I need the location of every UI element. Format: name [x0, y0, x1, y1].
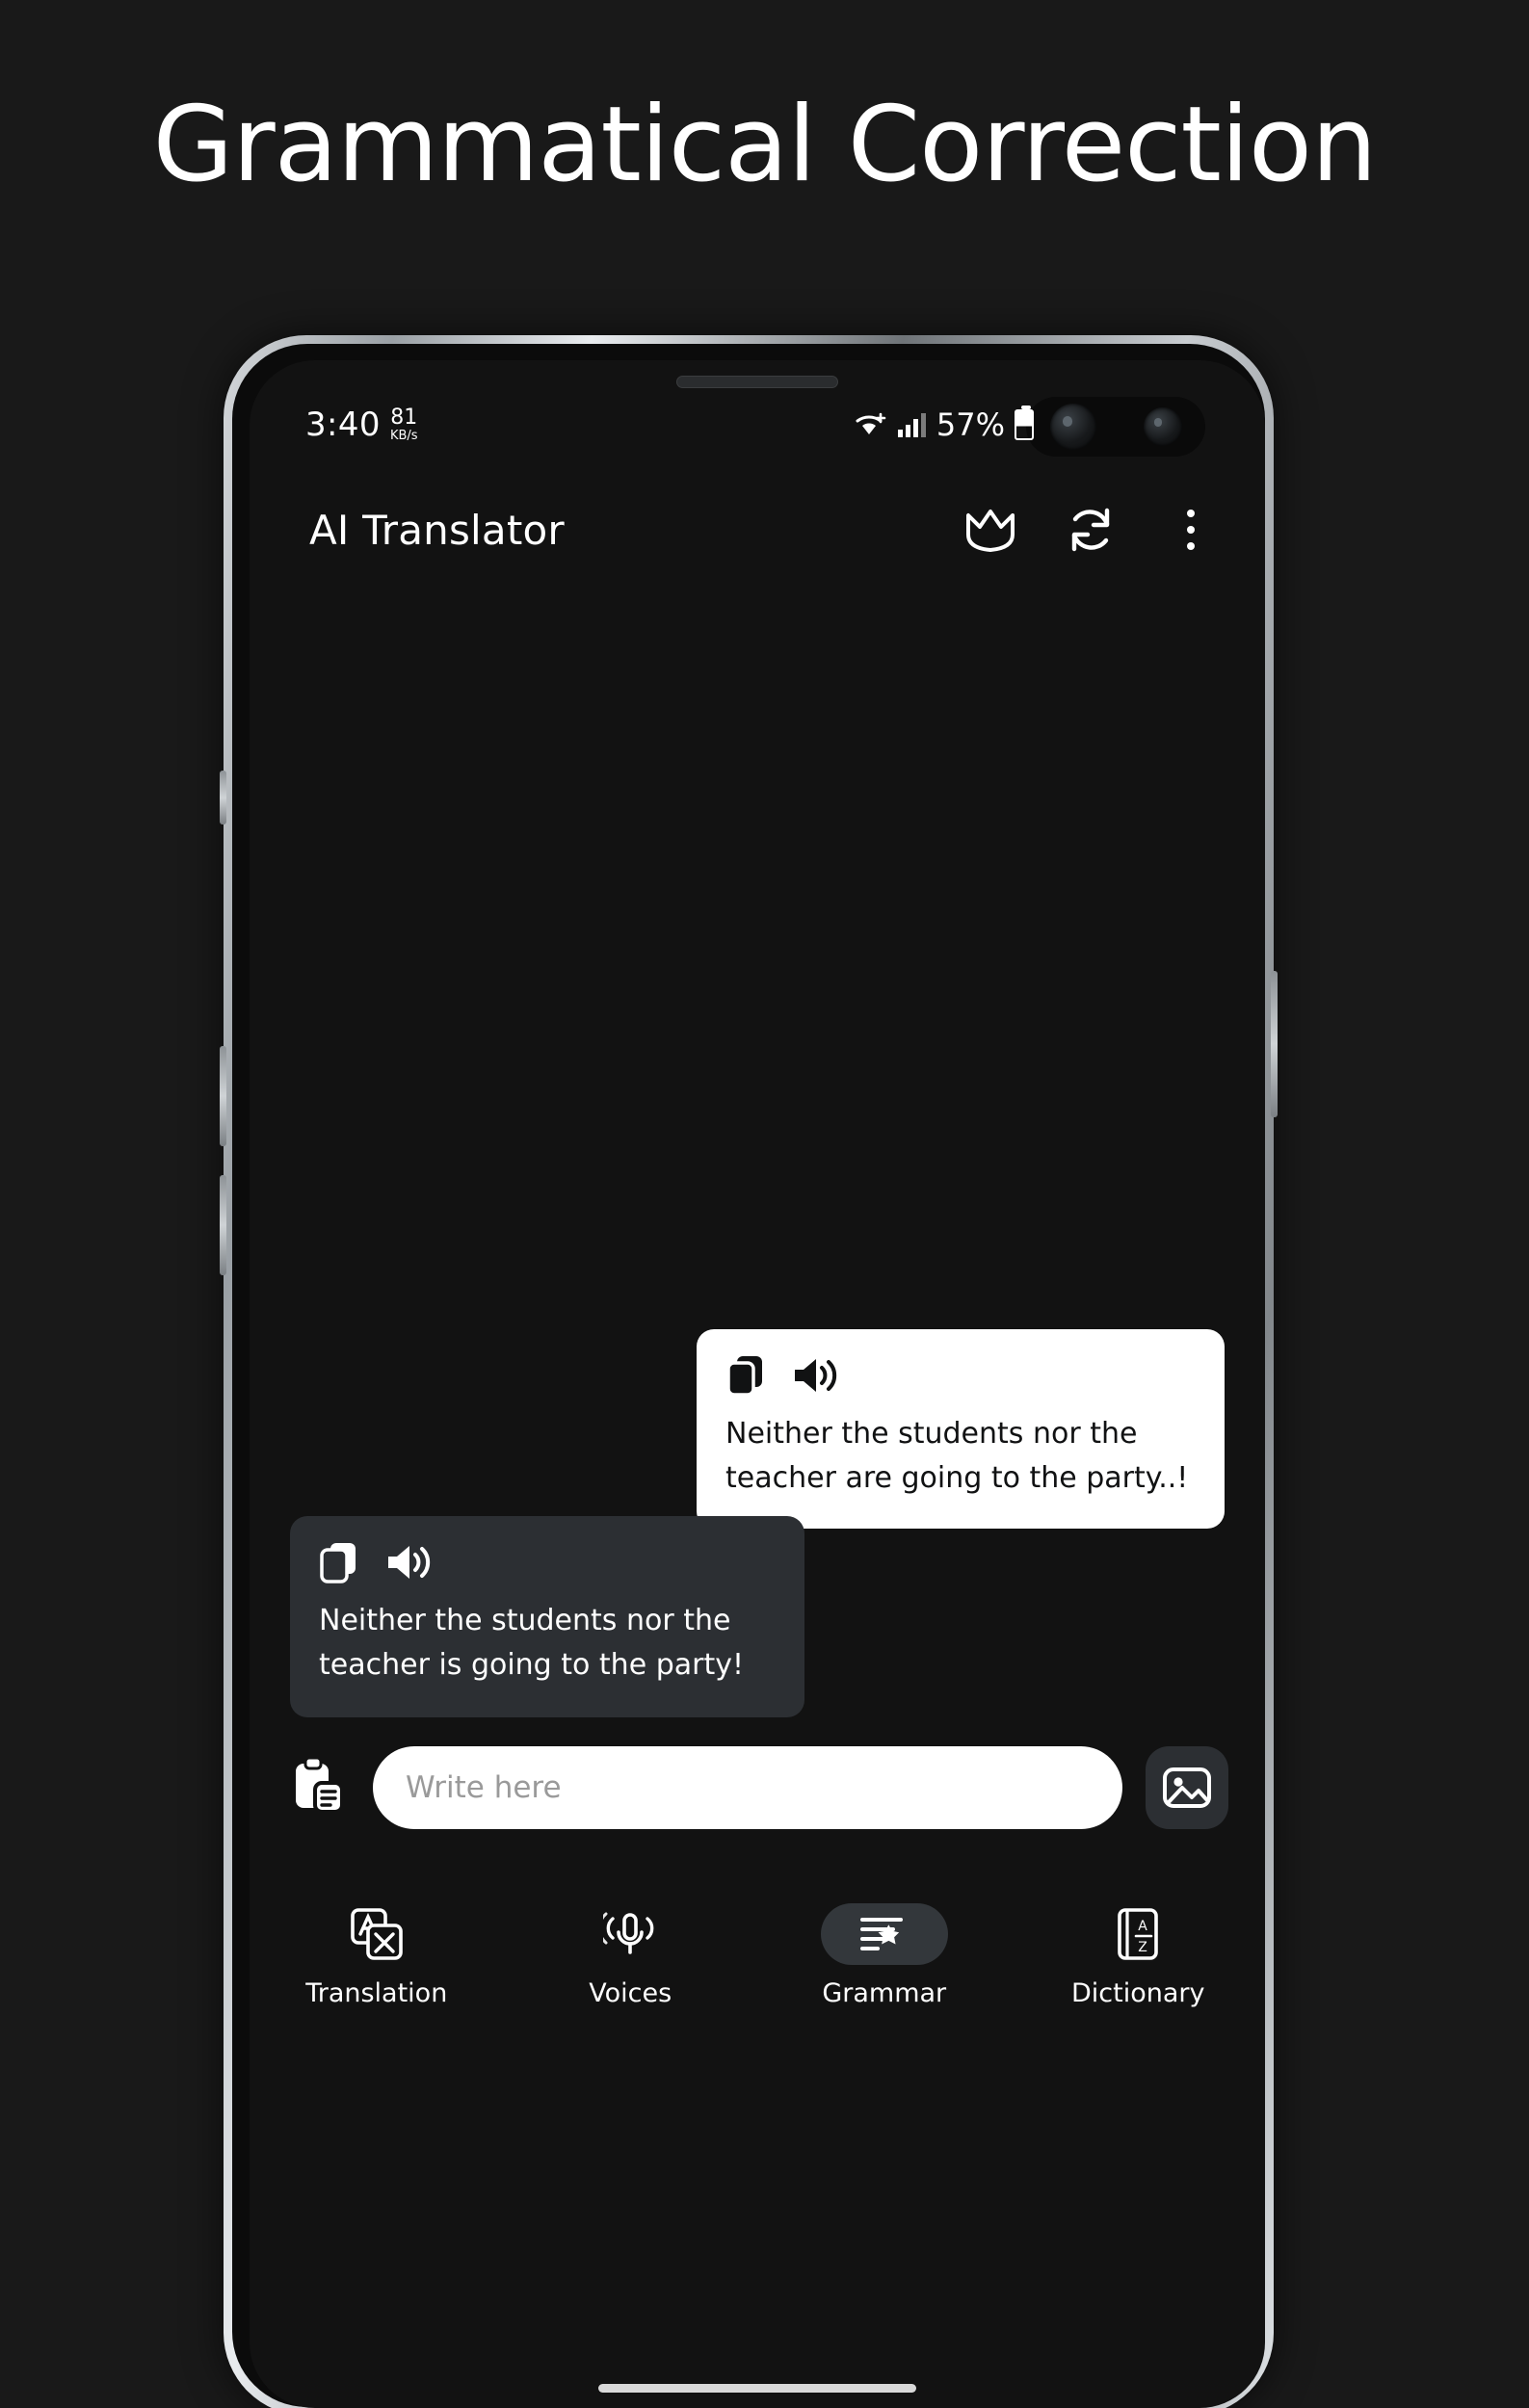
app-bar-actions	[962, 502, 1219, 558]
message-input-field[interactable]	[373, 1746, 1122, 1829]
kebab-menu-icon[interactable]	[1163, 502, 1219, 558]
phone-button-volume-down[interactable]	[220, 1175, 226, 1275]
svg-text:Z: Z	[1138, 1940, 1147, 1955]
search-input[interactable]	[406, 1770, 1090, 1805]
microphone-icon	[567, 1903, 694, 1965]
battery-icon	[1015, 406, 1034, 440]
bottom-navigation: Translation Voices Grammar A Z Dictionar…	[250, 1886, 1265, 2050]
status-data-rate-value: 81	[390, 406, 418, 430]
chat-bubble-outgoing[interactable]: Neither the students nor the teacher are…	[697, 1329, 1225, 1530]
speaker-icon[interactable]	[384, 1541, 433, 1584]
status-data-rate: 81 KB/s	[389, 406, 418, 443]
app-title: AI Translator	[309, 506, 565, 554]
copy-icon[interactable]	[319, 1541, 359, 1584]
grammar-wand-icon	[820, 1903, 948, 1965]
chat-bubble-incoming[interactable]: Neither the students nor the teacher is …	[290, 1516, 804, 1718]
chat-area: Neither the students nor the teacher are…	[250, 591, 1265, 2408]
bubble-action-row	[725, 1354, 1196, 1397]
phone-button-bixby[interactable]	[220, 771, 226, 824]
bubble-action-row	[319, 1541, 776, 1584]
crown-icon[interactable]	[962, 502, 1018, 558]
page-title: Grammatical Correction	[152, 85, 1378, 205]
speaker-icon[interactable]	[791, 1354, 839, 1397]
nav-item-translation[interactable]: Translation	[276, 1903, 478, 2008]
phone-screen: 3:40 81 KB/s 57% AI Translator Neither t…	[250, 360, 1265, 2408]
phone-bezel: 3:40 81 KB/s 57% AI Translator Neither t…	[232, 344, 1265, 2408]
nav-item-dictionary[interactable]: A Z Dictionary	[1037, 1903, 1239, 2008]
nav-item-grammar[interactable]: Grammar	[783, 1903, 986, 2008]
chat-message-text: Neither the students nor the teacher are…	[725, 1417, 1189, 1495]
phone-button-volume-up[interactable]	[220, 1046, 226, 1146]
nav-label: Translation	[305, 1978, 448, 2008]
dictionary-book-icon: A Z	[1074, 1903, 1201, 1965]
status-right-group: 57%	[854, 406, 1034, 443]
nav-label: Grammar	[822, 1978, 947, 2008]
copy-icon[interactable]	[725, 1354, 766, 1397]
status-data-rate-unit: KB/s	[389, 429, 418, 443]
earpiece-speaker	[676, 376, 838, 388]
battery-percent-label: 57%	[936, 406, 1005, 443]
phone-button-power[interactable]	[1271, 971, 1278, 1117]
clipboard-paste-icon[interactable]	[288, 1754, 350, 1821]
status-bar: 3:40 81 KB/s 57%	[250, 389, 1265, 460]
phone-mockup: 3:40 81 KB/s 57% AI Translator Neither t…	[220, 335, 1278, 2408]
promo-screenshot: Grammatical Correction 3:40 81 KB/s 57% …	[0, 0, 1529, 2408]
nav-label: Voices	[589, 1978, 672, 2008]
translate-icon	[313, 1903, 440, 1965]
app-bar: AI Translator	[250, 474, 1265, 586]
image-picker-icon[interactable]	[1146, 1746, 1228, 1829]
phone-frame: 3:40 81 KB/s 57% AI Translator Neither t…	[220, 335, 1278, 2408]
cellular-signal-icon	[896, 410, 927, 439]
nav-item-voices[interactable]: Voices	[529, 1903, 731, 2008]
refresh-icon[interactable]	[1063, 502, 1119, 558]
svg-text:A: A	[1138, 1919, 1147, 1934]
nav-label: Dictionary	[1071, 1978, 1205, 2008]
message-input-row	[250, 1730, 1265, 1845]
chat-message-text: Neither the students nor the teacher is …	[319, 1604, 744, 1682]
wifi-icon	[854, 410, 886, 439]
status-time: 3:40	[305, 406, 381, 444]
gesture-navigation-bar[interactable]	[598, 2384, 916, 2393]
